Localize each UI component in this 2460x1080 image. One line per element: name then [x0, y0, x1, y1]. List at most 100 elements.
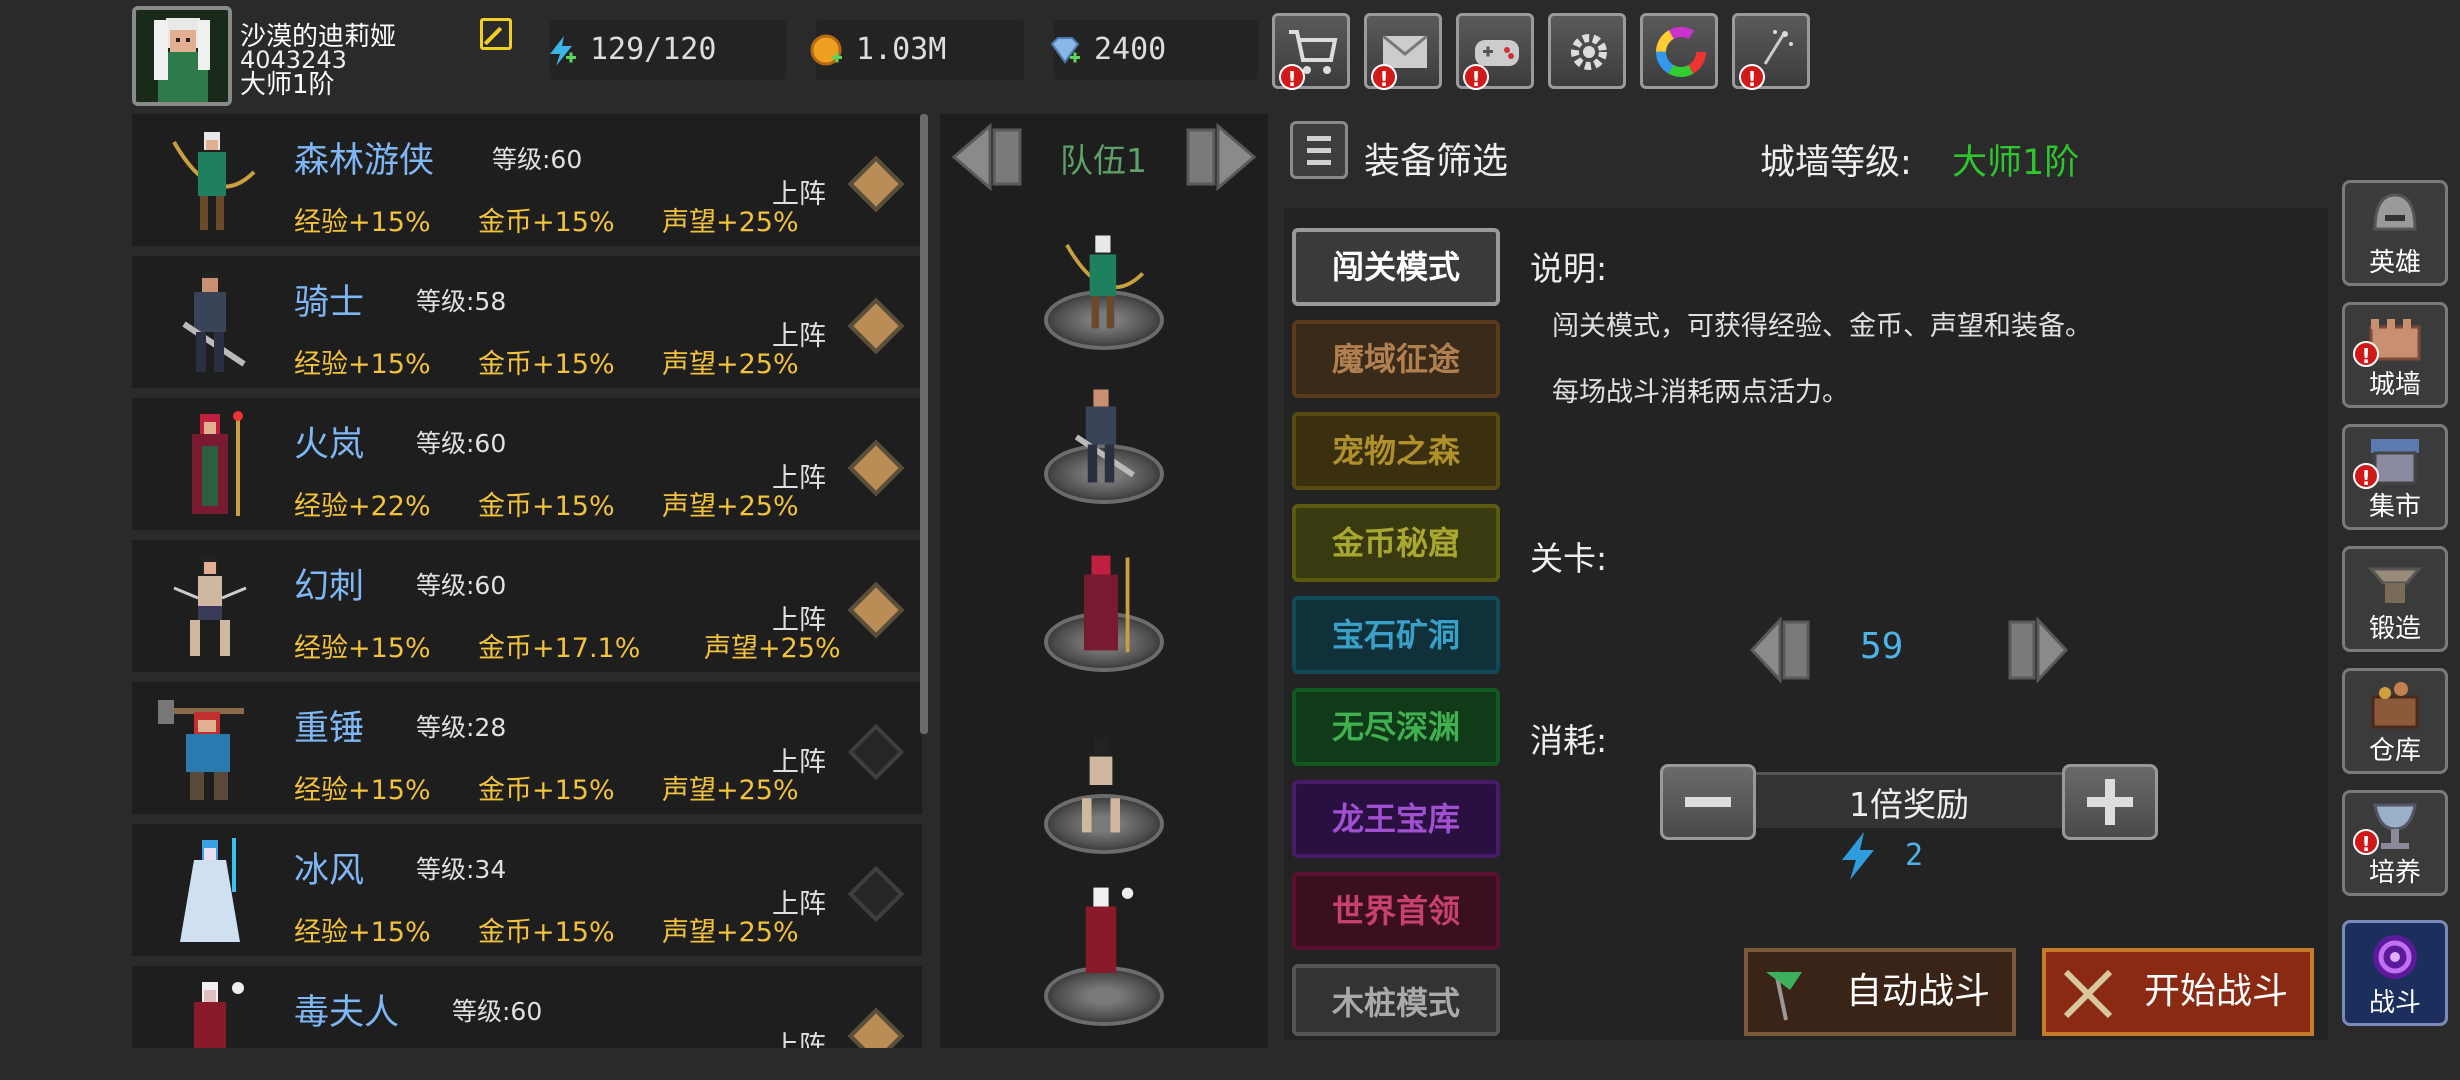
stage-prev-arrow-icon[interactable] [1748, 616, 1814, 684]
hero-row-forest-ranger[interactable]: 森林游侠 等级:60 经验+15% 金币+15% 声望+25% 上阵 [132, 114, 922, 246]
hero-list-scrollbar[interactable] [920, 114, 928, 734]
helmet-icon [2373, 193, 2417, 231]
mode-gold-cave[interactable]: 金币秘窟 [1292, 504, 1500, 582]
knight-sprite-icon [182, 272, 246, 372]
mode-gem-mine[interactable]: 宝石矿洞 [1292, 596, 1500, 674]
hero-exp-bonus: 经验+15% [294, 349, 431, 380]
energy-bolt-icon [1842, 832, 1874, 880]
deploy-toggle[interactable] [847, 297, 905, 355]
description-label: 说明: [1530, 249, 1608, 288]
deploy-toggle[interactable] [847, 581, 905, 639]
prev-team-arrow-icon[interactable] [950, 122, 1024, 192]
deploy-toggle[interactable] [847, 155, 905, 213]
deploy-label: 上阵 [772, 1031, 826, 1048]
multiplier-decrease-button[interactable] [1660, 764, 1756, 840]
color-wheel-icon [1656, 27, 1706, 77]
phantom-assassin-sprite-icon [173, 556, 247, 656]
mode-stage[interactable]: 闯关模式 [1292, 228, 1500, 306]
next-team-arrow-icon[interactable] [1184, 122, 1258, 192]
deploy-toggle[interactable] [847, 439, 905, 497]
player-avatar[interactable] [132, 6, 232, 106]
mode-pet-forest[interactable]: 宠物之森 [1292, 412, 1500, 490]
hero-row-heavy-hammer[interactable]: 重锤 等级:28 经验+15% 金币+15% 声望+25% 上阵 [132, 682, 922, 814]
nav-warehouse-label: 仓库 [2368, 736, 2421, 766]
color-button[interactable] [1640, 13, 1718, 89]
hero-gold-bonus: 金币+17.1% [478, 633, 641, 664]
hero-level: 等级:60 [452, 997, 543, 1026]
hero-level: 等级:60 [416, 571, 507, 600]
hero-row-knight[interactable]: 骑士 等级:58 经验+15% 金币+15% 声望+25% 上阵 [132, 256, 922, 388]
energy-cost-value: 2 [1905, 838, 1924, 873]
gold-coin-icon [810, 34, 842, 66]
hero-row-fire-mage[interactable]: 火岚 等级:60 经验+22% 金币+15% 声望+25% 上阵 [132, 398, 922, 530]
nav-heroes[interactable]: 英雄 [2342, 180, 2448, 286]
mode-training-dummy[interactable]: 木桩模式 [1292, 964, 1500, 1036]
nav-forge[interactable]: 锻造 [2342, 546, 2448, 652]
team-knight-icon [1074, 389, 1135, 483]
avatar-portrait-icon [136, 10, 228, 102]
gem-icon [1050, 37, 1080, 64]
nav-market[interactable]: ! 集市 [2342, 424, 2448, 530]
heavy-hammer-sprite-icon [158, 700, 244, 800]
nav-cultivate-label: 培养 [2368, 858, 2421, 888]
hero-level: 等级:60 [492, 145, 583, 174]
hero-exp-bonus: 经验+15% [294, 207, 431, 238]
nav-warehouse[interactable]: 仓库 [2342, 668, 2448, 774]
stage-label: 关卡: [1530, 539, 1608, 578]
nav-wall[interactable]: ! 城墙 [2342, 302, 2448, 408]
team-phantom-assassin-icon [1082, 737, 1120, 833]
mode-world-boss[interactable]: 世界首领 [1292, 872, 1500, 950]
plus-icon-v [2105, 779, 2115, 825]
gear-icon [1571, 34, 1607, 70]
mail-button[interactable]: ! [1364, 13, 1442, 91]
deploy-toggle[interactable] [847, 865, 905, 923]
shop-button[interactable]: ! [1272, 13, 1350, 91]
alert-badge: ! [1371, 64, 1397, 91]
energy-value: 129/120 [590, 32, 717, 67]
wall-level-label: 城墙等级: [1760, 143, 1912, 183]
nav-battle[interactable]: 战斗 [2342, 920, 2448, 1026]
hero-gold-bonus: 金币+15% [478, 917, 615, 948]
poison-lady-sprite-icon [194, 982, 244, 1048]
edit-name-icon[interactable] [480, 18, 512, 50]
nav-cultivate[interactable]: ! 培养 [2342, 790, 2448, 896]
nav-heroes-label: 英雄 [2368, 248, 2421, 278]
hero-row-phantom-assassin[interactable]: 幻刺 等级:60 经验+15% 金币+17.1% 声望+25% 上阵 [132, 540, 922, 672]
fire-mage-sprite-icon [192, 411, 243, 516]
settings-button[interactable] [1548, 13, 1626, 89]
wall-level-value: 大师1阶 [1952, 143, 2080, 183]
reward-multiplier-control: 1倍奖励 [1660, 764, 2158, 848]
effects-button[interactable]: ! [1732, 13, 1810, 91]
equipment-filter-button[interactable] [1290, 121, 1348, 179]
stage-next-arrow-icon[interactable] [2004, 616, 2070, 684]
hero-name: 幻刺 [294, 567, 365, 607]
hero-row-ice-wind[interactable]: 冰风 等级:34 经验+15% 金币+15% 声望+25% 上阵 [132, 824, 922, 956]
multiplier-increase-button[interactable] [2062, 764, 2158, 840]
hero-level: 等级:28 [416, 713, 507, 742]
description-line-2: 每场战斗消耗两点活力。 [1552, 377, 1849, 408]
gold-value: 1.03M [856, 32, 947, 67]
mode-dragon-vault[interactable]: 龙王宝库 [1292, 780, 1500, 858]
multiplier-value: 1倍奖励 [1849, 785, 1969, 824]
hero-level: 等级:34 [416, 855, 507, 884]
gamepad-button[interactable]: ! [1456, 13, 1534, 91]
alert-badge: ! [1739, 64, 1765, 91]
hero-gold-bonus: 金币+15% [478, 775, 615, 806]
minus-icon [1685, 797, 1731, 807]
deploy-toggle[interactable] [847, 1007, 905, 1048]
mode-demon-realm[interactable]: 魔域征途 [1292, 320, 1500, 398]
energy-icon [550, 36, 576, 66]
hero-list[interactable]: 森林游侠 等级:60 经验+15% 金币+15% 声望+25% 上阵 骑士 等级… [132, 114, 928, 1048]
auto-battle-label: 自动战斗 [1845, 971, 1990, 1012]
hero-exp-bonus: 经验+15% [294, 633, 431, 664]
deploy-toggle[interactable] [847, 723, 905, 781]
start-battle-button[interactable]: 开始战斗 [2042, 948, 2314, 1036]
nav-wall-label: 城墙 [2368, 370, 2421, 400]
deploy-label: 上阵 [772, 179, 826, 210]
deploy-label: 上阵 [772, 889, 826, 920]
hero-exp-bonus: 经验+15% [294, 917, 431, 948]
hero-row-poison-lady[interactable]: 毒夫人 等级:60 上阵 [132, 966, 922, 1048]
auto-battle-button[interactable]: 自动战斗 [1744, 948, 2016, 1036]
equipment-filter-label[interactable]: 装备筛选 [1364, 132, 1508, 184]
mode-endless-abyss[interactable]: 无尽深渊 [1292, 688, 1500, 766]
